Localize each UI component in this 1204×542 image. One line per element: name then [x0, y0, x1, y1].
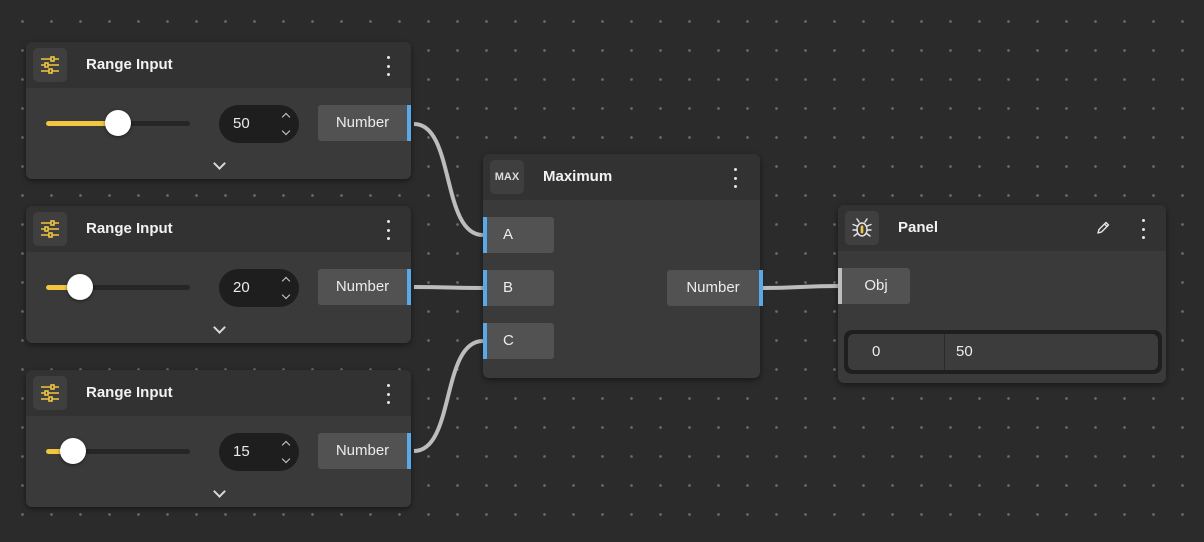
node-title: Range Input	[86, 56, 173, 73]
node-title: Range Input	[86, 220, 173, 237]
input-port-b[interactable]: B	[483, 270, 554, 306]
chevron-up-icon[interactable]	[281, 276, 291, 286]
input-port-obj[interactable]: Obj	[838, 268, 910, 304]
wire-max-to-panel	[762, 284, 839, 290]
output-port-number[interactable]: Number	[318, 433, 411, 469]
chevron-up-icon[interactable]	[281, 440, 291, 450]
sliders-icon	[33, 48, 67, 82]
output-port-number[interactable]: Number	[318, 105, 411, 141]
slider-thumb[interactable]	[105, 110, 131, 136]
range-input-node-1[interactable]: Range Input 50 Number	[26, 42, 411, 179]
list-item: 0 50	[848, 334, 1158, 370]
divider	[944, 334, 945, 370]
kebab-menu-icon[interactable]	[384, 384, 392, 404]
panel-output-list: 0 50	[844, 330, 1162, 374]
number-value: 20	[233, 279, 250, 296]
range-input-node-3[interactable]: Range Input 15 Number	[26, 370, 411, 507]
range-slider[interactable]	[46, 110, 190, 136]
number-input[interactable]: 15	[219, 433, 299, 471]
node-header[interactable]: Panel	[838, 205, 1166, 251]
output-port-number[interactable]: Number	[318, 269, 411, 305]
node-header[interactable]: Range Input	[26, 370, 411, 416]
chevron-down-icon[interactable]	[281, 454, 291, 464]
input-port-c[interactable]: C	[483, 323, 554, 359]
input-port-a[interactable]: A	[483, 217, 554, 253]
maximum-node[interactable]: MAX Maximum A B C Number	[483, 154, 763, 378]
chevron-down-icon[interactable]	[281, 290, 291, 300]
number-input[interactable]: 50	[219, 105, 299, 143]
node-title: Maximum	[543, 168, 613, 185]
expand-chevron-icon[interactable]	[213, 485, 226, 498]
number-input[interactable]: 20	[219, 269, 299, 307]
node-title: Panel	[898, 219, 939, 236]
node-header[interactable]: Range Input	[26, 42, 411, 88]
expand-chevron-icon[interactable]	[213, 321, 226, 334]
wire-range3-to-c	[413, 339, 484, 453]
range-input-node-2[interactable]: Range Input 20 Number	[26, 206, 411, 343]
kebab-menu-icon[interactable]	[1139, 219, 1147, 239]
kebab-menu-icon[interactable]	[384, 220, 392, 240]
list-value: 50	[956, 343, 973, 360]
node-header[interactable]: Range Input	[26, 206, 411, 252]
wire-range2-to-b	[413, 285, 484, 290]
panel-node[interactable]: Panel Obj 0 50	[838, 205, 1166, 383]
range-slider[interactable]	[46, 438, 190, 464]
slider-thumb[interactable]	[67, 274, 93, 300]
wire-range1-to-a	[413, 122, 484, 237]
number-stepper[interactable]	[281, 437, 293, 467]
number-value: 50	[233, 115, 250, 132]
sliders-icon	[33, 212, 67, 246]
list-index: 0	[872, 343, 881, 360]
number-value: 15	[233, 443, 250, 460]
node-header[interactable]: MAX Maximum	[483, 154, 760, 200]
node-title: Range Input	[86, 384, 173, 401]
slider-thumb[interactable]	[60, 438, 86, 464]
max-icon: MAX	[490, 160, 524, 194]
sliders-icon	[33, 376, 67, 410]
range-slider[interactable]	[46, 274, 190, 300]
number-stepper[interactable]	[281, 109, 293, 139]
bug-icon	[845, 211, 879, 245]
output-port-number[interactable]: Number	[667, 270, 763, 306]
number-stepper[interactable]	[281, 273, 293, 303]
kebab-menu-icon[interactable]	[731, 168, 739, 188]
kebab-menu-icon[interactable]	[384, 56, 392, 76]
pencil-icon[interactable]	[1095, 220, 1111, 236]
chevron-up-icon[interactable]	[281, 112, 291, 122]
expand-chevron-icon[interactable]	[213, 157, 226, 170]
chevron-down-icon[interactable]	[281, 126, 291, 136]
